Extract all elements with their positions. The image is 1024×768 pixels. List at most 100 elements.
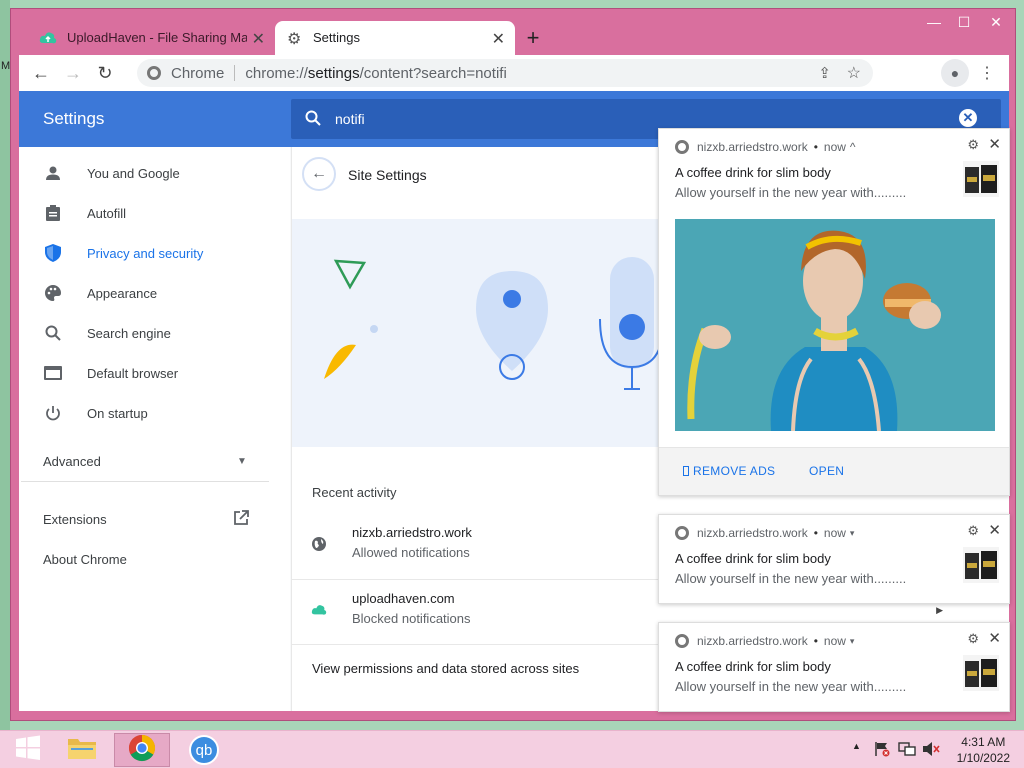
chrome-icon xyxy=(675,634,689,648)
clock-date: 1/10/2022 xyxy=(956,751,1010,765)
ad-image xyxy=(675,219,995,431)
sidebar-item-about[interactable]: About Chrome xyxy=(19,541,290,577)
gear-icon: ⚙ xyxy=(287,31,302,48)
qbittorrent-icon: qb xyxy=(189,735,219,765)
tab-title: UploadHaven - File Sharing Mad xyxy=(67,30,247,45)
settings-sidebar: You and Google Autofill Privacy and secu… xyxy=(19,147,290,711)
clear-search-button[interactable]: ✕ xyxy=(959,109,977,127)
bullet-separator: • xyxy=(813,140,818,154)
taskbar: qb ▲ 4:31 AM 1/10/2022 xyxy=(0,730,1024,768)
sidebar-item-appearance[interactable]: Appearance xyxy=(19,275,290,311)
profile-button[interactable]: ● xyxy=(941,59,969,87)
tab-close-button[interactable]: ✕ xyxy=(492,29,505,49)
arrow-left-icon: ← xyxy=(32,62,50,83)
sidebar-item-extensions[interactable]: Extensions xyxy=(19,501,290,537)
bullet-separator: • xyxy=(813,634,818,648)
uploadhaven-favicon-icon xyxy=(39,30,57,46)
sidebar-item-label: Extensions xyxy=(43,511,107,527)
url-text: chrome://settings/content?search=notifi xyxy=(245,65,506,82)
chrome-icon xyxy=(675,526,689,540)
sidebar-item-search-engine[interactable]: Search engine xyxy=(19,315,290,351)
globe-icon xyxy=(310,535,328,553)
recent-row-nizxb[interactable]: nizxb.arriedstro.work Allowed notificati… xyxy=(292,513,712,575)
recent-status: Allowed notifications xyxy=(352,545,470,560)
sidebar-item-privacy[interactable]: Privacy and security xyxy=(19,235,290,271)
qbittorrent-button[interactable]: qb xyxy=(176,733,232,767)
browser-icon xyxy=(43,363,63,383)
product-thumbnail xyxy=(963,655,999,691)
share-icon[interactable]: ⇪ xyxy=(818,64,831,82)
start-button[interactable] xyxy=(0,733,56,767)
open-button[interactable]: OPEN xyxy=(809,464,844,478)
sidebar-item-label: Privacy and security xyxy=(87,245,204,261)
tab-settings[interactable]: ⚙ Settings ✕ xyxy=(275,21,515,55)
notification-expanded[interactable]: nizxb.arriedstro.work • now ^ ⚙ ✕ A coff… xyxy=(658,128,1010,496)
action-center-flag-icon[interactable] xyxy=(874,741,890,760)
file-explorer-button[interactable] xyxy=(54,733,110,767)
volume-muted-icon[interactable] xyxy=(922,741,940,760)
menu-button[interactable]: ⋮ xyxy=(975,59,999,87)
qbittorrent-label: qb xyxy=(195,741,213,759)
bookmark-star-icon[interactable]: ☆ xyxy=(847,63,861,83)
reload-icon: ↻ xyxy=(97,62,113,83)
clock-time: 4:31 AM xyxy=(961,735,1006,749)
remove-ads-label: REMOVE ADS xyxy=(693,464,776,478)
page-title: Site Settings xyxy=(348,167,427,183)
recent-row-uploadhaven[interactable]: uploadhaven.com Blocked notifications xyxy=(292,579,712,641)
sidebar-item-label: You and Google xyxy=(87,165,180,181)
sidebar-item-on-startup[interactable]: On startup xyxy=(19,395,290,431)
remove-ads-button[interactable]: REMOVE ADS xyxy=(683,464,775,478)
sidebar-item-label: About Chrome xyxy=(43,551,127,567)
address-bar[interactable]: Chrome chrome://settings/content?search=… xyxy=(137,59,873,87)
back-button[interactable]: ← xyxy=(25,57,57,89)
tab-title: Settings xyxy=(313,30,360,45)
system-clock[interactable]: 4:31 AM 1/10/2022 xyxy=(957,734,1010,766)
generic-glyph-icon xyxy=(683,466,689,476)
tab-uploadhaven[interactable]: UploadHaven - File Sharing Mad ✕ xyxy=(27,21,275,55)
chevron-down-icon[interactable]: ▾ xyxy=(850,528,855,539)
chevron-up-icon[interactable]: ^ xyxy=(850,140,856,154)
url-path: /content?search=notifi xyxy=(359,64,507,82)
notification-time: now xyxy=(823,634,846,648)
arrow-left-icon: ← xyxy=(311,165,327,182)
notification-header: nizxb.arriedstro.work • now ▾ xyxy=(675,525,854,541)
notification-body: Allow yourself in the new year with.....… xyxy=(675,185,907,200)
forward-button[interactable]: → xyxy=(57,57,89,89)
sidebar-item-autofill[interactable]: Autofill xyxy=(19,195,290,231)
clipboard-icon xyxy=(43,203,63,223)
recent-site: uploadhaven.com xyxy=(352,591,455,606)
sidebar-item-advanced[interactable]: Advanced ▼ xyxy=(19,443,290,479)
tab-close-button[interactable]: ✕ xyxy=(252,29,265,49)
reload-button[interactable]: ↻ xyxy=(89,57,121,89)
search-input[interactable]: notifi xyxy=(335,111,365,127)
notification-body: Allow yourself in the new year with.....… xyxy=(675,679,907,694)
tray-chevron-up-icon[interactable]: ▲ xyxy=(852,741,861,751)
external-link-icon xyxy=(233,509,249,529)
browser-toolbar: ← → ↻ Chrome chrome://settings/content?s… xyxy=(19,55,1009,91)
notification-title: A coffee drink for slim body xyxy=(675,165,831,180)
sidebar-item-label: On startup xyxy=(87,405,148,421)
notification-time: now xyxy=(823,140,846,154)
view-permissions-link[interactable]: View permissions and data stored across … xyxy=(312,661,579,676)
notification-settings-icon[interactable]: ⚙ xyxy=(967,137,979,153)
chevron-down-icon[interactable]: ▾ xyxy=(850,636,855,647)
notification-settings-icon[interactable]: ⚙ xyxy=(967,523,979,539)
expand-arrow-icon[interactable]: ▶ xyxy=(936,605,943,616)
notification-actions: REMOVE ADS OPEN xyxy=(659,447,1009,495)
notification-close-button[interactable]: ✕ xyxy=(988,521,1001,539)
chrome-taskbar-button[interactable] xyxy=(114,733,170,767)
network-icon[interactable] xyxy=(898,741,916,760)
notification-close-button[interactable]: ✕ xyxy=(988,135,1001,153)
notification-collapsed[interactable]: nizxb.arriedstro.work • now ▾ ⚙ ✕ A coff… xyxy=(658,514,1010,615)
notification-header: nizxb.arriedstro.work • now ^ xyxy=(675,139,856,155)
sidebar-item-you-and-google[interactable]: You and Google xyxy=(19,155,290,191)
back-arrow-button[interactable]: ← xyxy=(302,157,336,191)
sidebar-item-default-browser[interactable]: Default browser xyxy=(19,355,290,391)
recent-status: Blocked notifications xyxy=(352,611,471,626)
notification-collapsed[interactable]: nizxb.arriedstro.work • now ▾ ⚙ ✕ A coff… xyxy=(658,622,1010,712)
power-icon xyxy=(43,403,63,423)
new-tab-button[interactable]: + xyxy=(519,25,547,51)
notification-close-button[interactable]: ✕ xyxy=(988,629,1001,647)
desktop-edge-letter: M xyxy=(1,60,11,72)
notification-settings-icon[interactable]: ⚙ xyxy=(967,631,979,647)
